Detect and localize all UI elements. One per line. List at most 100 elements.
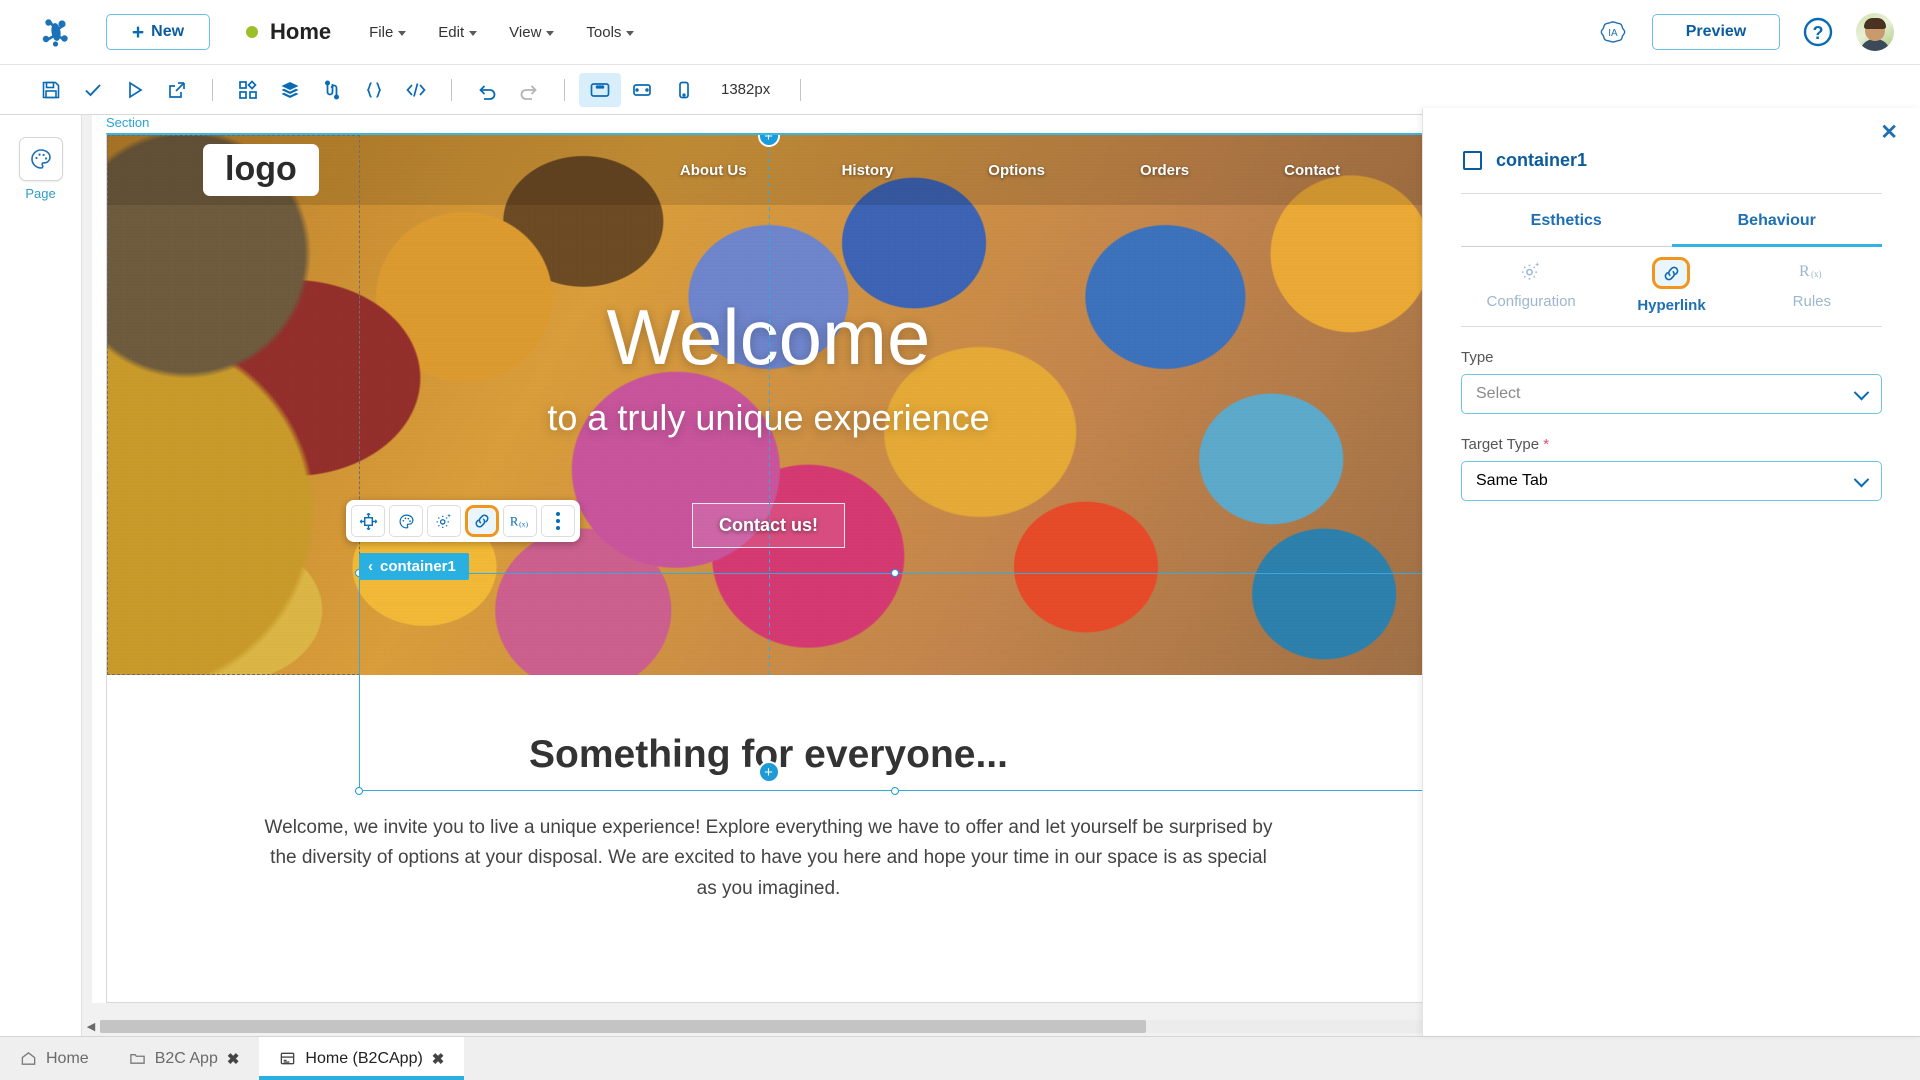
rail-item-page[interactable]: Page — [18, 137, 63, 201]
frog-logo-icon[interactable] — [28, 12, 84, 52]
subtab-configuration-label: Configuration — [1486, 293, 1576, 310]
rules-rx-icon[interactable]: R (x) — [503, 505, 537, 537]
panel-subtabs: Configuration Hyperlink R (x) Rules — [1461, 247, 1882, 327]
viewport-width-label: 1382px — [721, 81, 771, 98]
ia-badge-icon[interactable]: IA — [1596, 15, 1630, 49]
preview-button[interactable]: Preview — [1652, 14, 1780, 50]
menu-bar: File Edit View Tools — [369, 23, 635, 41]
bottom-tab-home-b2capp-label: Home (B2CApp) — [305, 1049, 423, 1067]
center-alignment-guide — [768, 135, 770, 675]
rail-item-page-label: Page — [25, 186, 56, 201]
question-mark-icon[interactable]: ? — [1802, 16, 1834, 48]
toolbar-divider — [212, 78, 213, 101]
palette-icon — [18, 137, 63, 181]
move-icon[interactable] — [351, 505, 385, 537]
menu-edit[interactable]: Edit — [438, 24, 478, 41]
settings-sparkle-icon[interactable] — [427, 505, 461, 537]
toolbar-divider — [564, 78, 565, 101]
canvas-inner: Section + logo About Us History Options … — [92, 115, 1422, 1003]
tab-esthetics[interactable]: Esthetics — [1461, 194, 1672, 247]
field-type: Type Select — [1461, 349, 1882, 414]
content-section[interactable]: + Something for everyone... Welcome, we … — [107, 675, 1422, 975]
menu-file-label: File — [369, 23, 394, 41]
svg-text:R: R — [510, 514, 519, 528]
page-preview[interactable]: + logo About Us History Options Orders C… — [106, 133, 1422, 1003]
chevron-down-icon — [1853, 384, 1870, 401]
svg-text:(x): (x) — [1811, 269, 1822, 279]
tab-behaviour-label: Behaviour — [1737, 212, 1816, 229]
bottom-tab-b2c-app[interactable]: B2C App ✖ — [109, 1037, 260, 1080]
resize-handle-bl[interactable] — [355, 787, 363, 795]
connections-icon[interactable] — [311, 73, 353, 107]
page-status-dot — [246, 26, 258, 38]
resize-handle-bc[interactable] — [891, 787, 899, 795]
field-target-type-label: Target Type * — [1461, 436, 1882, 453]
user-avatar[interactable] — [1856, 13, 1894, 51]
close-icon[interactable]: ✖ — [432, 1050, 445, 1068]
share-export-icon[interactable] — [156, 73, 198, 107]
save-icon[interactable] — [30, 73, 72, 107]
subtab-hyperlink[interactable]: Hyperlink — [1601, 247, 1741, 326]
play-icon[interactable] — [114, 73, 156, 107]
hero-section[interactable]: + logo About Us History Options Orders C… — [107, 135, 1422, 675]
desktop-view-icon[interactable] — [579, 72, 621, 107]
element-checkbox[interactable] — [1463, 151, 1482, 170]
chevron-down-icon — [398, 31, 407, 36]
check-icon[interactable] — [72, 73, 114, 107]
chevron-down-icon — [626, 31, 635, 36]
scroll-thumb[interactable] — [100, 1019, 1146, 1033]
new-button-label: New — [151, 23, 185, 40]
page-icon — [279, 1050, 296, 1067]
braces-icon[interactable] — [353, 73, 395, 107]
folder-icon — [129, 1050, 146, 1067]
new-button[interactable]: + New — [106, 14, 210, 50]
resize-handle-tc[interactable] — [891, 569, 899, 577]
subtab-rules-label: Rules — [1792, 293, 1831, 310]
home-icon — [20, 1050, 37, 1067]
bottom-tab-bar: Home B2C App ✖ Home (B2CApp) ✖ — [0, 1036, 1920, 1080]
add-section-handle-middle[interactable]: + — [757, 761, 780, 783]
chevron-down-icon — [469, 31, 478, 36]
subtab-hyperlink-label: Hyperlink — [1637, 297, 1706, 314]
settings-sparkle-icon — [1520, 257, 1542, 285]
bottom-tab-home[interactable]: Home — [0, 1037, 109, 1080]
bottom-tab-b2c-app-label: B2C App — [154, 1049, 218, 1067]
hero-content: Welcome to a truly unique experience Con… — [107, 135, 1422, 675]
close-icon[interactable]: ✖ — [227, 1050, 240, 1068]
palette-icon[interactable] — [389, 505, 423, 537]
breadcrumb[interactable]: ‹ container1 — [359, 553, 469, 580]
close-icon[interactable]: ✕ — [1880, 122, 1898, 143]
subtab-configuration[interactable]: Configuration — [1461, 247, 1601, 326]
code-icon[interactable] — [395, 73, 437, 107]
hyperlink-icon[interactable] — [465, 505, 499, 537]
redo-icon[interactable] — [508, 73, 550, 107]
type-select[interactable]: Select — [1461, 374, 1882, 414]
layers-icon[interactable] — [269, 73, 311, 107]
hyperlink-icon — [1652, 257, 1691, 289]
scroll-left-arrow[interactable]: ◀ — [82, 1020, 100, 1033]
bottom-tab-home-label: Home — [46, 1049, 89, 1067]
panel-element-name: container1 — [1496, 150, 1588, 170]
menu-file[interactable]: File — [369, 23, 407, 41]
menu-view[interactable]: View — [509, 23, 555, 41]
undo-icon[interactable] — [466, 73, 508, 107]
tablet-view-icon[interactable] — [621, 73, 663, 107]
chevron-left-icon: ‹ — [368, 558, 373, 575]
components-icon[interactable] — [227, 73, 269, 107]
tab-behaviour[interactable]: Behaviour — [1671, 194, 1882, 247]
svg-text:?: ? — [1813, 23, 1824, 43]
svg-text:(x): (x) — [519, 519, 528, 528]
toolbar-divider — [800, 78, 802, 101]
subtab-rules[interactable]: R (x) Rules — [1742, 247, 1882, 326]
required-marker: * — [1543, 436, 1550, 453]
target-type-select[interactable]: Same Tab — [1461, 461, 1882, 501]
app-root: + New Home File Edit View Tools IA Previ… — [0, 0, 1920, 1080]
bottom-tab-home-b2capp[interactable]: Home (B2CApp) ✖ — [259, 1037, 465, 1080]
menu-view-label: View — [509, 23, 542, 41]
rules-rx-icon: R (x) — [1798, 257, 1826, 285]
section-label: Section — [106, 115, 150, 130]
top-bar-right: IA Preview ? — [1596, 13, 1894, 51]
more-options-icon[interactable] — [541, 505, 575, 537]
mobile-view-icon[interactable] — [663, 73, 705, 107]
menu-tools[interactable]: Tools — [586, 24, 635, 41]
